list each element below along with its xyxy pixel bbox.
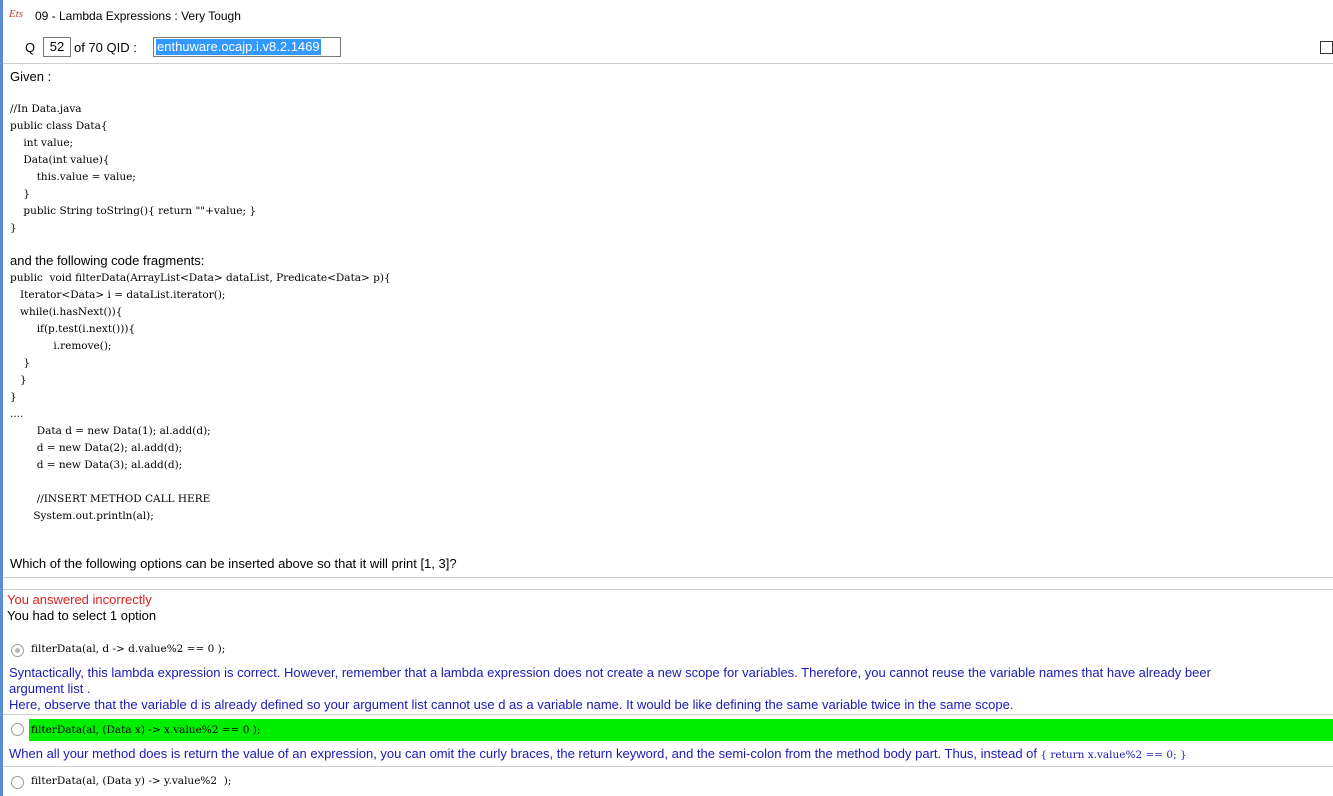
- code-block-data-class: //In Data.java public class Data{ int va…: [10, 103, 257, 234]
- option-1-radio[interactable]: [11, 644, 24, 657]
- qid-value: enthuware.ocajp.i.v8.2.1469: [156, 39, 321, 55]
- window-left-edge: [0, 0, 3, 796]
- divider: [3, 714, 1333, 715]
- divider: [3, 577, 1333, 578]
- question-nav-bar: Q 52 of 70 QID : enthuware.ocajp.i.v8.2.…: [3, 33, 1333, 63]
- result-status: You answered incorrectly: [7, 592, 152, 607]
- window-title: 09 - Lambda Expressions : Very Tough: [35, 9, 241, 23]
- divider: [3, 589, 1333, 590]
- option-2-explanation-code: { return x.value%2 == 0; }: [1037, 749, 1187, 761]
- option-2-radio[interactable]: [11, 723, 24, 736]
- option-2-explanation-text: When all your method does is return the …: [9, 746, 1038, 761]
- divider: [3, 766, 1333, 767]
- following-label: and the following code fragments:: [10, 253, 205, 268]
- correct-answer-highlight: filterData(al, (Data x) -> x.value%2 == …: [29, 719, 1333, 741]
- option-3-radio[interactable]: [11, 776, 24, 789]
- title-bar: Ets 09 - Lambda Expressions : Very Tough: [3, 0, 1333, 33]
- option-1-explanation-line: Here, observe that the variable d is alr…: [9, 697, 1014, 712]
- mark-checkbox[interactable]: [1320, 41, 1333, 54]
- option-3[interactable]: filterData(al, (Data y) -> y.value%2 );: [8, 774, 708, 790]
- code-block-filter: public void filterData(ArrayList<Data> d…: [10, 272, 391, 522]
- option-2[interactable]: filterData(al, (Data x) -> x.value%2 == …: [8, 719, 1333, 741]
- select-instruction: You had to select 1 option: [7, 608, 157, 623]
- q-label: Q: [25, 40, 36, 55]
- option-1-code: filterData(al, d -> d.value%2 == 0 );: [31, 643, 226, 655]
- question-text: Which of the following options can be in…: [10, 556, 457, 571]
- option-2-code: filterData(al, (Data x) -> x.value%2 == …: [31, 724, 261, 736]
- question-number-input[interactable]: 52: [43, 37, 71, 57]
- option-1-explanation-line: Syntactically, this lambda expression is…: [9, 665, 1211, 680]
- given-label: Given :: [10, 69, 52, 84]
- qid-field[interactable]: enthuware.ocajp.i.v8.2.1469: [153, 37, 341, 57]
- option-1-explanation-line: argument list .: [9, 681, 91, 696]
- question-total-label: of 70 QID :: [74, 40, 137, 55]
- app-logo-icon: Ets: [9, 8, 24, 20]
- option-2-explanation: When all your method does is return the …: [9, 746, 1187, 761]
- divider: [3, 63, 1333, 64]
- option-1[interactable]: filterData(al, d -> d.value%2 == 0 );: [8, 642, 708, 658]
- option-3-code: filterData(al, (Data y) -> y.value%2 );: [31, 775, 232, 787]
